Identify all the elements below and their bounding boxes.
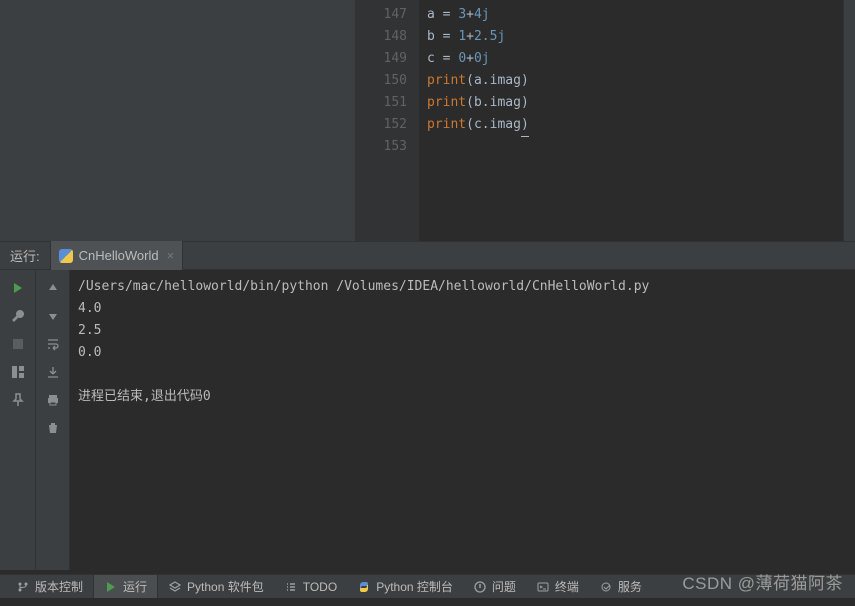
terminal-icon bbox=[536, 580, 550, 594]
toolwindow-pyconsole[interactable]: Python 控制台 bbox=[347, 575, 463, 599]
run-tab-name: CnHelloWorld bbox=[79, 248, 159, 263]
stop-icon[interactable] bbox=[8, 334, 28, 354]
line-number: 148 bbox=[356, 26, 407, 48]
toolwindow-label: TODO bbox=[303, 580, 337, 594]
toolwindow-problems[interactable]: 问题 bbox=[463, 575, 526, 599]
run-toolbar-left bbox=[0, 270, 36, 570]
run-toolbar-right bbox=[36, 270, 70, 570]
toolwindow-label: 终端 bbox=[555, 578, 579, 595]
code-line[interactable]: a = 3+4j bbox=[427, 4, 855, 26]
line-number: 147 bbox=[356, 4, 407, 26]
code-line[interactable]: b = 1+2.5j bbox=[427, 26, 855, 48]
play-icon bbox=[104, 580, 118, 594]
wrap-icon[interactable] bbox=[43, 334, 63, 354]
toolwindow-vcs[interactable]: 版本控制 bbox=[6, 575, 93, 599]
line-number: 152 bbox=[356, 114, 407, 136]
toolwindow-services[interactable]: 服务 bbox=[589, 575, 652, 599]
editor-gutter: 147148149150151152153 bbox=[356, 0, 419, 241]
toolwindow-label: Python 软件包 bbox=[187, 578, 264, 595]
download-icon[interactable] bbox=[43, 362, 63, 382]
python-icon bbox=[357, 580, 371, 594]
statusbar-strip bbox=[0, 598, 855, 606]
up-icon[interactable] bbox=[43, 278, 63, 298]
console-output[interactable]: /Users/mac/helloworld/bin/python /Volume… bbox=[70, 270, 855, 570]
run-tool-header: 运行: CnHelloWorld × bbox=[0, 241, 855, 270]
editor-scrollbar[interactable] bbox=[843, 0, 855, 241]
code-line[interactable]: c = 0+0j bbox=[427, 48, 855, 70]
toolwindow-label: 问题 bbox=[492, 578, 516, 595]
toolwindow-terminal[interactable]: 终端 bbox=[526, 575, 589, 599]
toolwindow-packages[interactable]: Python 软件包 bbox=[158, 575, 274, 599]
play-icon[interactable] bbox=[8, 278, 28, 298]
bottom-tool-bar: 版本控制 运行 Python 软件包 TODO Python 控制台 问题 终端 服务 bbox=[0, 574, 855, 598]
code-line[interactable]: print(b.imag) bbox=[427, 92, 855, 114]
code-line[interactable]: print(a.imag) bbox=[427, 70, 855, 92]
code-line[interactable]: print(c.imag) bbox=[427, 114, 855, 137]
code-editor[interactable]: 147148149150151152153 a = 3+4jb = 1+2.5j… bbox=[356, 0, 855, 241]
toolwindow-label: 版本控制 bbox=[35, 578, 83, 595]
toolwindow-label: 服务 bbox=[618, 578, 642, 595]
branch-icon bbox=[16, 580, 30, 594]
down-icon[interactable] bbox=[43, 306, 63, 326]
layout-icon[interactable] bbox=[8, 362, 28, 382]
warn-icon bbox=[473, 580, 487, 594]
run-tab[interactable]: CnHelloWorld × bbox=[50, 241, 184, 270]
toolwindow-label: Python 控制台 bbox=[376, 578, 453, 595]
editor-content[interactable]: a = 3+4jb = 1+2.5jc = 0+0jprint(a.imag)p… bbox=[419, 0, 855, 241]
line-number: 151 bbox=[356, 92, 407, 114]
wrench-icon[interactable] bbox=[8, 306, 28, 326]
stack-icon bbox=[168, 580, 182, 594]
print-icon[interactable] bbox=[43, 390, 63, 410]
pin-icon[interactable] bbox=[8, 390, 28, 410]
line-number: 150 bbox=[356, 70, 407, 92]
run-label: 运行: bbox=[10, 246, 40, 265]
line-number: 149 bbox=[356, 48, 407, 70]
python-icon bbox=[59, 249, 73, 263]
services-icon bbox=[599, 580, 613, 594]
trash-icon[interactable] bbox=[43, 418, 63, 438]
line-number: 153 bbox=[356, 136, 407, 158]
toolwindow-todo[interactable]: TODO bbox=[274, 575, 347, 599]
project-tool-window[interactable] bbox=[0, 0, 356, 241]
toolwindow-label: 运行 bbox=[123, 578, 147, 595]
close-icon[interactable]: × bbox=[167, 248, 175, 263]
list-icon bbox=[284, 580, 298, 594]
toolwindow-run[interactable]: 运行 bbox=[93, 575, 158, 599]
